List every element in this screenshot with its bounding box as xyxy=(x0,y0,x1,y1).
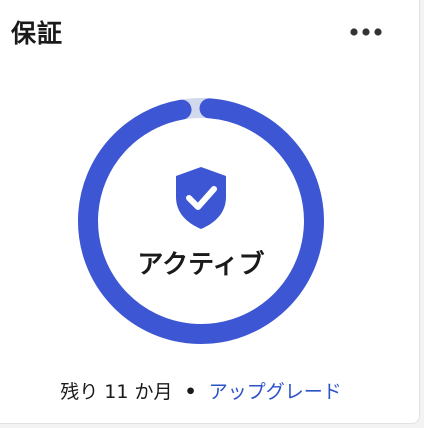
more-horizontal-icon xyxy=(350,28,382,36)
warranty-card: 保証 アクティブ 残り 11 か月 • アップグレード xyxy=(0,0,420,424)
more-options-button[interactable] xyxy=(344,18,388,46)
upgrade-link[interactable]: アップグレード xyxy=(209,381,342,403)
card-title: 保証 xyxy=(11,19,64,48)
warranty-footer: 残り 11 か月 • アップグレード xyxy=(0,377,402,404)
status-label: アクティブ xyxy=(137,250,265,280)
shield-check-icon xyxy=(176,167,226,229)
separator-dot: • xyxy=(184,381,197,403)
remaining-time: 残り 11 か月 xyxy=(60,381,173,403)
